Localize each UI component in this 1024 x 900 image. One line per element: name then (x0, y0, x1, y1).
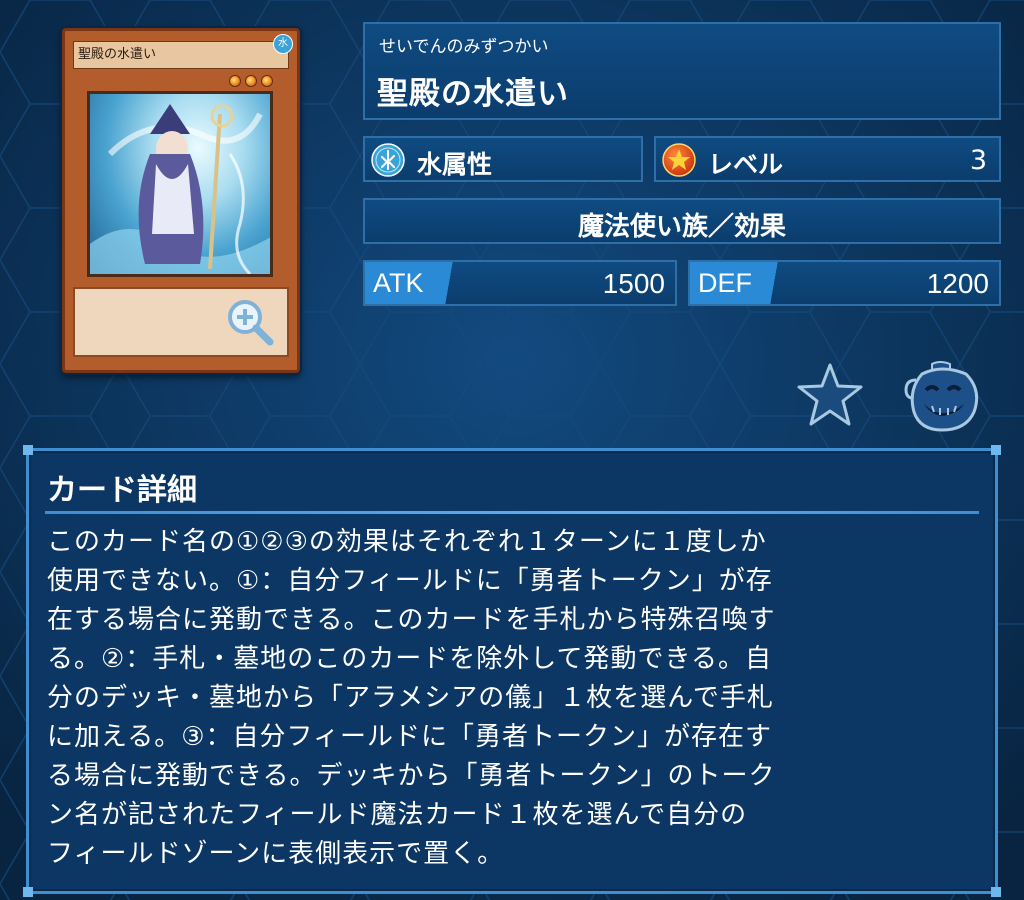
level-label: レベル (708, 150, 784, 179)
favorite-star-icon[interactable] (796, 362, 864, 428)
water-attribute-icon (371, 143, 405, 177)
card-details-panel: カード詳細 このカード名の①②③の効果はそれぞれ１ターンに１度しか 使用できない… (23, 445, 1001, 897)
card-artwork (87, 91, 273, 277)
card-image-title: 聖殿の水遣い (73, 41, 289, 69)
panel-corner (991, 887, 1001, 897)
atk-value: 1500 (602, 268, 665, 299)
type-panel: 魔法使い族／効果 (363, 198, 1001, 244)
card-image-attribute-icon: 水 (273, 34, 293, 54)
panel-corner (23, 887, 33, 897)
attribute-label: 水属性 (417, 150, 493, 179)
atk-panel: ATK 1500 (363, 260, 677, 306)
details-divider (45, 511, 979, 514)
level-value: 3 (969, 145, 987, 176)
level-star-icon (662, 143, 696, 177)
def-value: 1200 (926, 268, 989, 299)
card-name: 聖殿の水遣い (377, 76, 569, 112)
card-image[interactable]: 聖殿の水遣い 水 (62, 28, 300, 373)
card-effect-text: このカード名の①②③の効果はそれぞれ１ターンに１度しか 使用できない。①：自分フ… (47, 527, 776, 869)
def-label: DEF (698, 268, 752, 298)
zoom-in-icon[interactable] (225, 297, 275, 347)
card-image-level-stars (229, 75, 273, 87)
attribute-panel: 水属性 (363, 136, 643, 182)
panel-corner (991, 445, 1001, 455)
level-star-icon (245, 75, 257, 87)
level-panel: レベル 3 (654, 136, 1001, 182)
level-star-icon (229, 75, 241, 87)
panel-corner (23, 445, 33, 455)
card-type: 魔法使い族／効果 (577, 212, 786, 242)
pot-of-greed-icon[interactable] (902, 360, 986, 432)
level-star-icon (261, 75, 273, 87)
def-panel: DEF 1200 (688, 260, 1001, 306)
card-name-panel: せいでんのみずつかい 聖殿の水遣い (363, 22, 1001, 120)
atk-label: ATK (373, 268, 424, 298)
details-heading: カード詳細 (47, 473, 197, 508)
card-furigana: せいでんのみずつかい (379, 37, 549, 57)
